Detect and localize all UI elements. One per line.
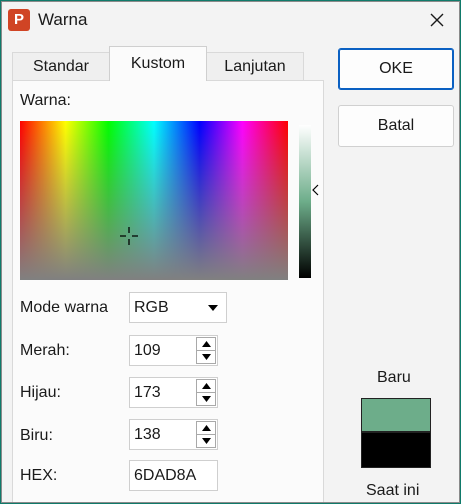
chevron-down-icon (208, 305, 218, 311)
blue-increment-button[interactable] (196, 421, 216, 435)
red-label: Merah: (20, 342, 70, 359)
hex-input[interactable]: 6DAD8A (129, 460, 218, 491)
arrow-up-icon (201, 425, 211, 431)
blue-decrement-button[interactable] (196, 435, 216, 448)
tab-kustom[interactable]: Kustom (109, 46, 207, 81)
arrow-up-icon (201, 341, 211, 347)
arrow-down-icon (201, 354, 211, 360)
powerpoint-app-icon: P (8, 9, 30, 31)
arrow-down-icon (201, 438, 211, 444)
blue-spinner (196, 421, 216, 448)
current-color-swatch (361, 432, 431, 468)
luminance-pointer-icon[interactable] (311, 184, 319, 196)
color-spectrum-picker[interactable] (20, 121, 288, 280)
ok-button[interactable]: OKE (338, 48, 454, 90)
red-increment-button[interactable] (196, 337, 216, 351)
arrow-down-icon (201, 396, 211, 402)
color-mode-value: RGB (134, 299, 169, 316)
arrow-up-icon (201, 383, 211, 389)
red-decrement-button[interactable] (196, 351, 216, 364)
hex-label: HEX: (20, 467, 58, 484)
color-mode-select[interactable]: RGB (129, 292, 227, 323)
crosshair-cursor-icon (120, 227, 138, 245)
current-color-label: Saat ini (366, 482, 420, 499)
color-dialog: P Warna Standar Kustom Lanjutan Warna: M… (1, 1, 460, 503)
new-color-swatch (361, 398, 431, 432)
color-mode-label: Mode warna (20, 299, 109, 316)
colors-label: Warna: (20, 92, 71, 109)
close-icon (430, 13, 444, 27)
close-button[interactable] (416, 2, 458, 38)
green-decrement-button[interactable] (196, 393, 216, 406)
tab-standar[interactable]: Standar (12, 52, 110, 80)
new-color-label: Baru (377, 369, 411, 386)
dialog-title: Warna (38, 10, 88, 29)
luminance-slider[interactable] (299, 125, 311, 278)
green-increment-button[interactable] (196, 379, 216, 393)
title-bar: P Warna (2, 2, 459, 38)
cancel-button[interactable]: Batal (338, 105, 454, 147)
blue-label: Biru: (20, 427, 53, 444)
red-spinner (196, 337, 216, 364)
tab-lanjutan[interactable]: Lanjutan (206, 52, 304, 80)
green-label: Hijau: (20, 384, 61, 401)
green-spinner (196, 379, 216, 406)
